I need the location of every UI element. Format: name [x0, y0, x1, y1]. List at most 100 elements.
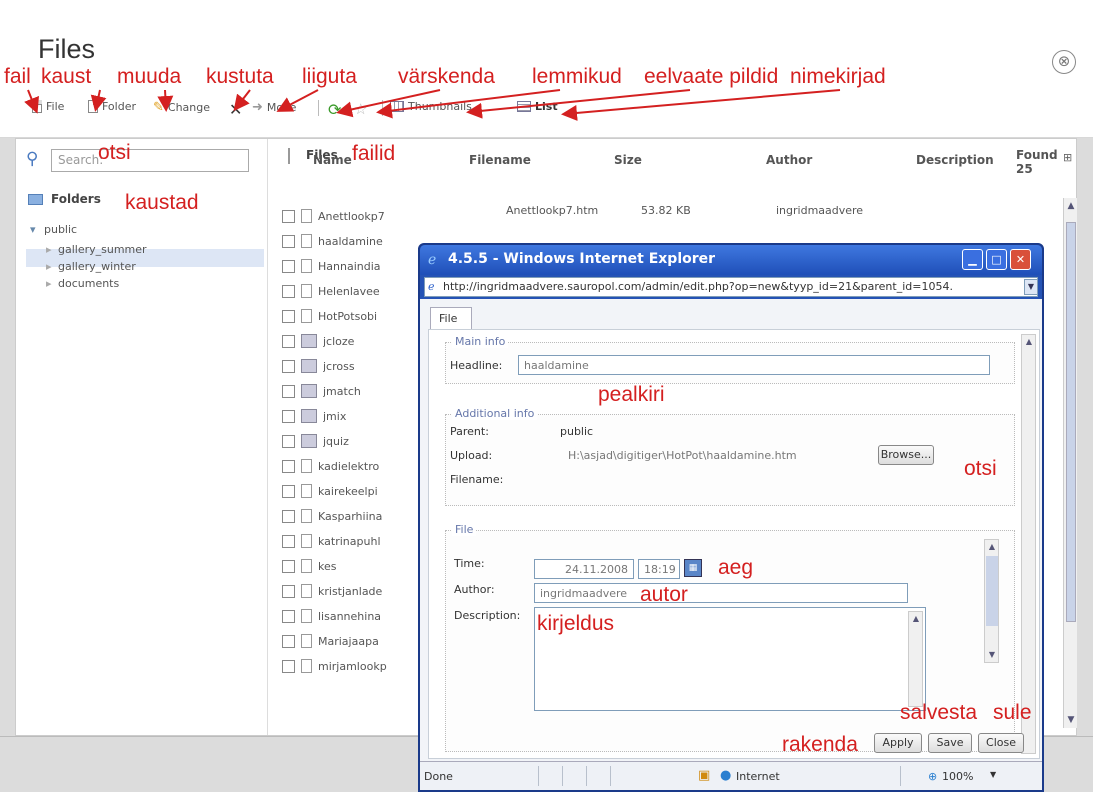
table-row[interactable]: kadielektro	[282, 455, 402, 477]
list-button[interactable]: List	[517, 100, 558, 113]
table-row[interactable]: kairekeelpi	[282, 480, 402, 502]
zoom-dropdown-icon[interactable]: ▼	[990, 770, 996, 779]
window-close-icon[interactable]: ✕	[1010, 249, 1031, 270]
row-name: kadielektro	[318, 459, 380, 473]
save-button[interactable]: Save	[928, 733, 972, 753]
favorites-button[interactable]: ☆	[354, 100, 367, 118]
row-checkbox[interactable]	[282, 334, 295, 348]
table-row[interactable]: kristjanlade	[282, 580, 402, 602]
column-filename[interactable]: Filename	[469, 153, 531, 167]
table-row[interactable]: jcross	[282, 355, 402, 377]
column-description[interactable]: Description	[916, 153, 994, 167]
author-input[interactable]: ingridmaadvere	[534, 583, 908, 603]
annotation-kaust: kaust	[41, 65, 92, 88]
table-row[interactable]: Anettlookp7	[282, 205, 402, 227]
tree-collapse-icon[interactable]: ▸	[46, 277, 52, 290]
annotation-muuda: muuda	[117, 65, 182, 88]
tree-item-gallery-winter[interactable]: gallery_winter	[58, 260, 136, 273]
file-button[interactable]: File	[32, 100, 64, 113]
description-scrollbar[interactable]: ▲	[908, 611, 923, 707]
table-row[interactable]: kes	[282, 555, 402, 577]
row-checkbox[interactable]	[282, 584, 295, 598]
headline-input[interactable]: haaldamine	[518, 355, 990, 375]
scroll-down-icon[interactable]: ▼	[1065, 714, 1077, 726]
row-name: jcross	[323, 359, 355, 373]
row-checkbox[interactable]	[282, 534, 295, 548]
date-input[interactable]: 24.11.2008	[534, 559, 634, 579]
dialog-scrollbar[interactable]: ▲	[1021, 334, 1036, 754]
zoom-level[interactable]: 100%	[942, 770, 973, 783]
table-row[interactable]: Helenlavee	[282, 280, 402, 302]
row-checkbox[interactable]	[282, 434, 295, 448]
scroll-up-icon[interactable]: ▲	[986, 541, 998, 553]
table-row[interactable]: mirjamlookp	[282, 655, 402, 677]
main-info-legend: Main info	[452, 335, 509, 348]
columns-menu-icon[interactable]: ⊞	[1063, 151, 1072, 164]
row-checkbox[interactable]	[282, 409, 295, 423]
scroll-down-icon[interactable]: ▼	[986, 649, 998, 661]
address-bar[interactable]: http://ingridmaadvere.sauropol.com/admin…	[424, 277, 1038, 297]
tree-collapse-icon[interactable]: ▸	[46, 243, 52, 256]
row-checkbox[interactable]	[282, 659, 295, 673]
row-name: jquiz	[323, 434, 349, 448]
scroll-up-icon[interactable]: ▲	[910, 613, 922, 625]
row-checkbox[interactable]	[282, 559, 295, 573]
delete-button[interactable]: ✕	[229, 100, 242, 119]
scroll-thumb[interactable]	[986, 556, 998, 626]
table-row[interactable]: haaldamine	[282, 230, 402, 252]
close-icon[interactable]: ⊗	[1052, 50, 1076, 74]
table-row[interactable]: jmix	[282, 405, 402, 427]
table-row[interactable]: Kasparhiina	[282, 505, 402, 527]
browse-button[interactable]: Browse...	[878, 445, 934, 465]
table-row[interactable]: lisannehina	[282, 605, 402, 627]
scroll-up-icon[interactable]: ▲	[1023, 336, 1035, 348]
move-button[interactable]: ➜ Move	[252, 100, 296, 115]
apply-button[interactable]: Apply	[874, 733, 922, 753]
address-dropdown-icon[interactable]: ▼	[1024, 279, 1038, 295]
row-checkbox[interactable]	[282, 359, 295, 373]
table-row[interactable]: HotPotsobi	[282, 305, 402, 327]
refresh-button[interactable]: ⟳	[328, 100, 341, 119]
close-button[interactable]: Close	[978, 733, 1024, 753]
row-checkbox[interactable]	[282, 484, 295, 498]
row-checkbox[interactable]	[282, 459, 295, 473]
table-row[interactable]: jcloze	[282, 330, 402, 352]
calendar-icon[interactable]: ▦	[684, 559, 702, 577]
row-checkbox[interactable]	[282, 384, 295, 398]
tree-item-documents[interactable]: documents	[58, 277, 119, 290]
change-button[interactable]: ✎ Change	[153, 100, 210, 115]
row-checkbox[interactable]	[282, 509, 295, 523]
document-icon	[301, 584, 312, 598]
folder-button[interactable]: Folder	[88, 100, 136, 113]
row-checkbox[interactable]	[282, 609, 295, 623]
tree-collapse-icon[interactable]: ▸	[46, 260, 52, 273]
tree-item-gallery-summer[interactable]: gallery_summer	[58, 243, 147, 256]
time-input[interactable]: 18:19	[638, 559, 680, 579]
tree-expand-icon[interactable]: ▾	[30, 223, 36, 236]
maximize-icon[interactable]: □	[986, 249, 1007, 270]
row-checkbox[interactable]	[282, 284, 295, 298]
row-checkbox[interactable]	[282, 234, 295, 248]
column-size[interactable]: Size	[614, 153, 642, 167]
scroll-thumb[interactable]	[1066, 222, 1076, 622]
search-input[interactable]: Search:	[51, 149, 249, 172]
row-checkbox[interactable]	[282, 634, 295, 648]
thumbnails-button[interactable]: Thumbnails	[390, 100, 472, 113]
row-checkbox[interactable]	[282, 259, 295, 273]
row-checkbox[interactable]	[282, 209, 295, 223]
table-row[interactable]: Mariajaapa	[282, 630, 402, 652]
table-row[interactable]: katrinapuhl	[282, 530, 402, 552]
tree-item-public[interactable]: public	[44, 223, 77, 236]
table-row[interactable]: jmatch	[282, 380, 402, 402]
zoom-icon[interactable]: ⊕	[928, 770, 937, 783]
column-name[interactable]: Name	[313, 153, 352, 167]
table-row[interactable]: jquiz	[282, 430, 402, 452]
files-scrollbar[interactable]: ▲ ▼	[1063, 198, 1077, 728]
file-panel-scrollbar[interactable]: ▲ ▼	[984, 539, 999, 663]
table-row[interactable]: Hannaindia	[282, 255, 402, 277]
column-author[interactable]: Author	[766, 153, 812, 167]
row-checkbox[interactable]	[282, 309, 295, 323]
tab-file[interactable]: File	[430, 307, 472, 329]
scroll-up-icon[interactable]: ▲	[1065, 200, 1077, 212]
minimize-icon[interactable]: ▁	[962, 249, 983, 270]
